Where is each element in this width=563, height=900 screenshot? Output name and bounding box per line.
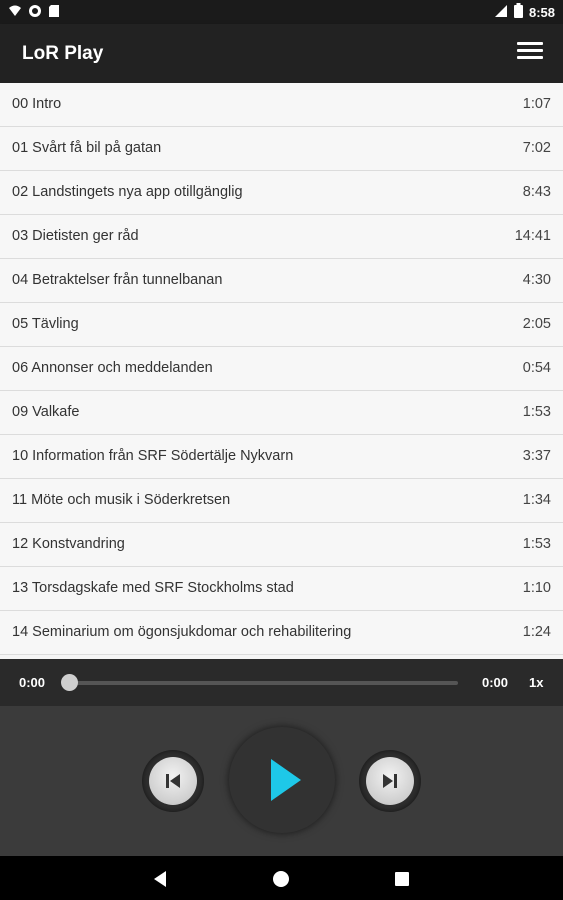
next-button-ring <box>359 750 421 812</box>
play-icon <box>271 759 301 801</box>
track-row[interactable]: 01 Svårt få bil på gatan 7:02 <box>0 127 563 171</box>
signal-icon <box>494 4 508 21</box>
home-icon[interactable] <box>270 868 292 890</box>
play-button[interactable] <box>229 727 335 833</box>
circle-icon <box>28 4 42 23</box>
hamburger-menu-icon[interactable] <box>517 42 543 64</box>
track-title: 04 Betraktelser från tunnelbanan <box>12 272 223 288</box>
track-duration: 1:53 <box>522 404 551 420</box>
track-row[interactable]: 03 Dietisten ger råd 14:41 <box>0 215 563 259</box>
track-duration: 8:43 <box>522 184 551 200</box>
track-title: 09 Valkafe <box>12 404 80 420</box>
playback-speed-button[interactable]: 1x <box>529 675 543 690</box>
track-duration: 0:54 <box>522 360 551 376</box>
track-row[interactable]: 04 Betraktelser från tunnelbanan 4:30 <box>0 259 563 303</box>
track-row[interactable]: 12 Konstvandring 1:53 <box>0 523 563 567</box>
track-title: 02 Landstingets nya app otillgänglig <box>12 184 243 200</box>
track-title: 06 Annonser och meddelanden <box>12 360 213 376</box>
track-row[interactable]: 13 Torsdagskafe med SRF Stockholms stad 1… <box>0 567 563 611</box>
track-title: 01 Svårt få bil på gatan <box>12 140 162 156</box>
seek-bar-panel: 0:00 0:00 1x <box>0 659 563 706</box>
current-time: 0:00 <box>19 675 46 690</box>
battery-icon <box>513 3 523 21</box>
track-row[interactable]: 06 Annonser och meddelanden 0:54 <box>0 347 563 391</box>
skip-next-icon <box>383 774 397 788</box>
track-duration: 1:10 <box>522 580 551 596</box>
track-title: 03 Dietisten ger råd <box>12 228 139 244</box>
status-bar: 8:58 <box>0 0 563 24</box>
seek-track[interactable] <box>68 681 458 685</box>
wifi-icon <box>8 4 22 23</box>
track-row[interactable]: 05 Tävling 2:05 <box>0 303 563 347</box>
track-duration: 1:24 <box>522 624 551 640</box>
track-row[interactable]: 10 Information från SRF Södertälje Nykva… <box>0 435 563 479</box>
app-bar: LoR Play <box>0 24 563 83</box>
track-duration: 1:53 <box>522 536 551 552</box>
track-row[interactable]: 00 Intro 1:07 <box>0 83 563 127</box>
track-duration: 1:34 <box>522 492 551 508</box>
app-title: LoR Play <box>22 43 104 64</box>
clock-text: 8:58 <box>528 4 555 20</box>
track-row[interactable]: 02 Landstingets nya app otillgänglig 8:43 <box>0 171 563 215</box>
system-nav-bar <box>0 856 563 900</box>
sd-card-icon <box>48 4 60 23</box>
track-title: 13 Torsdagskafe med SRF Stockholms stad <box>12 580 294 596</box>
track-row[interactable]: 11 Möte och musik i Söderkretsen 1:34 <box>0 479 563 523</box>
track-list: 00 Intro 1:07 01 Svårt få bil på gatan 7:02… <box>0 83 563 659</box>
track-row[interactable]: 09 Valkafe 1:53 <box>0 391 563 435</box>
track-title: 12 Konstvandring <box>12 536 125 552</box>
track-title: 05 Tävling <box>12 316 79 332</box>
track-title: 00 Intro <box>12 96 62 112</box>
back-icon[interactable] <box>150 868 172 890</box>
track-row[interactable]: 14 Seminarium om ögonsjukdomar och rehab… <box>0 611 563 655</box>
track-title: 14 Seminarium om ögonsjukdomar och rehab… <box>12 624 352 640</box>
track-title: 11 Möte och musik i Söderkretsen <box>12 492 231 508</box>
track-duration: 3:37 <box>522 448 551 464</box>
skip-previous-icon <box>166 774 180 788</box>
track-duration: 1:07 <box>522 96 551 112</box>
total-time: 0:00 <box>482 675 509 690</box>
track-duration: 7:02 <box>522 140 551 156</box>
previous-button-ring <box>142 750 204 812</box>
track-duration: 4:30 <box>522 272 551 288</box>
previous-button[interactable] <box>149 757 197 805</box>
track-duration: 2:05 <box>522 316 551 332</box>
track-duration: 14:41 <box>514 228 551 244</box>
playback-controls <box>0 706 563 856</box>
track-title: 10 Information från SRF Södertälje Nykva… <box>12 448 294 464</box>
seek-thumb[interactable] <box>61 674 78 691</box>
recents-icon[interactable] <box>391 868 413 890</box>
next-button[interactable] <box>366 757 414 805</box>
